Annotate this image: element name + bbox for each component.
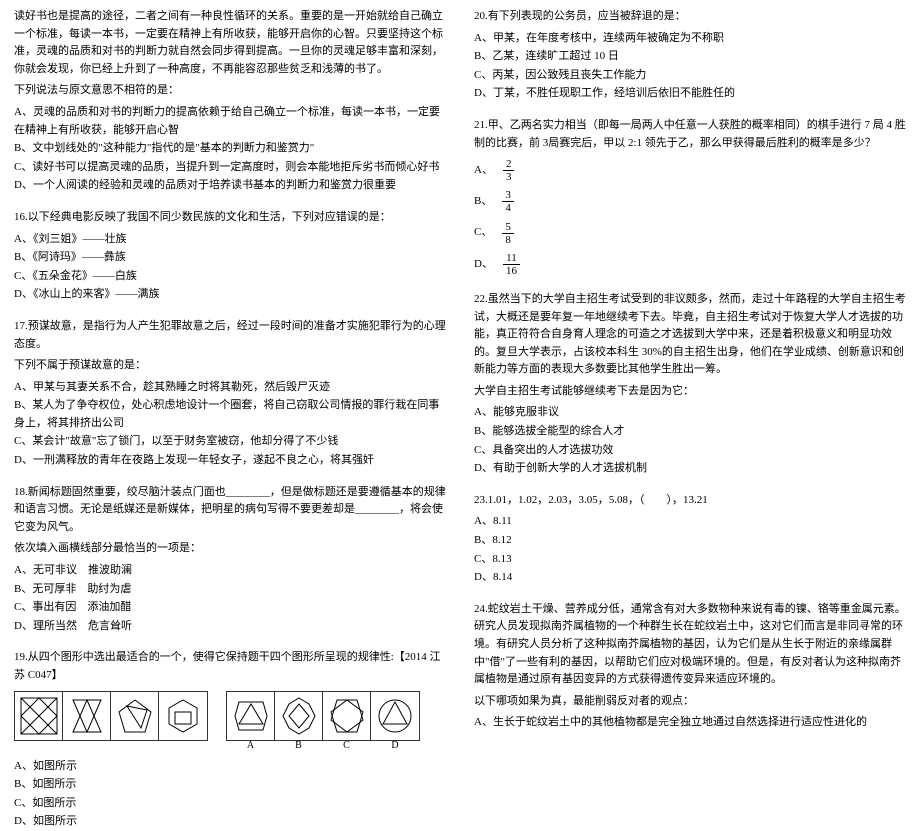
q22-c: C、具备突出的人才选拔功效 [474, 442, 906, 460]
q16-d: D、《冰山上的来客》——满族 [14, 286, 446, 304]
q17-b: B、某人为了争夺权位，处心积虑地设计一个圈套，将自己窃取公司情报的罪行栽在同事身… [14, 397, 446, 432]
fraction-denominator: 3 [503, 171, 515, 183]
q18-stem-2: 依次填入画横线部分最恰当的一项是： [14, 540, 446, 558]
fraction-denominator: 8 [502, 234, 514, 246]
ans-fig-c: C [323, 692, 371, 740]
q16-b: B、《阿诗玛》——彝族 [14, 249, 446, 267]
fraction-numerator: 3 [502, 189, 514, 202]
q23-a: A、8.11 [474, 513, 906, 531]
q18: 18.新闻标题固然重要，绞尽脑汁装点门面也________，但是做标题还是要遵循… [14, 484, 446, 636]
q21-option-3: D、 1116 [474, 252, 906, 277]
q18-a: A、无可非议 推波助澜 [14, 562, 446, 580]
q21-options: A、23B、34C、58D、1116 [474, 158, 906, 277]
ans-fig-d: D [371, 692, 419, 740]
ans-label-d: D [391, 738, 398, 754]
q19-figures: A B C D [14, 691, 446, 741]
q19-answer-figures: A B C D [226, 691, 420, 741]
stem-fig-4 [159, 692, 207, 740]
q20-d: D、丁某，不胜任现职工作，经培训后依旧不能胜任的 [474, 85, 906, 103]
ans-label-b: B [295, 738, 302, 754]
stem-fig-2 [63, 692, 111, 740]
fraction-numerator: 2 [503, 158, 515, 171]
intro-option-b: B、文中划线处的"这种能力"指代的是"基本的判断力和鉴赏力" [14, 140, 446, 158]
intro-question: 读好书也是提高的途径，二者之间有一种良性循环的关系。重要的是一开始就给自己确立一… [14, 8, 446, 195]
q22-d: D、有助于创新大学的人才选拔机制 [474, 460, 906, 478]
q19-b: B、如图所示 [14, 776, 446, 794]
intro-para-1: 读好书也是提高的途径，二者之间有一种良性循环的关系。重要的是一开始就给自己确立一… [14, 8, 446, 78]
q23-c: C、8.13 [474, 551, 906, 569]
q24-para-1: 24.蛇纹岩土干燥、营养成分低，通常含有对大多数物种来说有毒的镍、铬等重金属元素… [474, 601, 906, 689]
q18-d: D、理所当然 危言耸听 [14, 618, 446, 636]
q22-para-2: 大学自主招生考试能够继续考下去是因为它： [474, 383, 906, 401]
q19-c: C、如图所示 [14, 795, 446, 813]
q24-para-2: 以下哪项如果为真，最能削弱反对者的观点： [474, 693, 906, 711]
q20-c: C、丙某，因公致残且丧失工作能力 [474, 67, 906, 85]
q20-b: B、乙某，连续旷工超过 10 日 [474, 48, 906, 66]
q21-stem: 21.甲、乙两名实力相当（即每一局两人中任意一人获胜的概率相同）的棋手进行 7 … [474, 117, 906, 152]
intro-option-d: D、一个人阅读的经验和灵魂的品质对于培养读书基本的判断力和鉴赏力很重要 [14, 177, 446, 195]
q19-d: D、如图所示 [14, 813, 446, 831]
q20-stem: 20.有下列表现的公务员，应当被辞退的是： [474, 8, 906, 26]
q23-b: B、8.12 [474, 532, 906, 550]
q22-para-1: 22.虽然当下的大学自主招生考试受到的非议颇多，然而，走过十年路程的大学自主招生… [474, 291, 906, 379]
q21-option-0: A、 23 [474, 158, 906, 183]
fraction: 58 [502, 221, 514, 246]
q21-option-2: C、 58 [474, 221, 906, 246]
stem-fig-3 [111, 692, 159, 740]
q18-stem-1: 18.新闻标题固然重要，绞尽脑汁装点门面也________，但是做标题还是要遵循… [14, 484, 446, 537]
ans-label-c: C [343, 738, 350, 754]
stem-fig-1 [15, 692, 63, 740]
q17-d: D、一刑满释放的青年在夜路上发现一年轻女子，遂起不良之心，将其强奸 [14, 452, 446, 470]
fraction: 34 [502, 189, 514, 214]
q21-option-label: C、 [474, 224, 492, 242]
q21-option-label: A、 [474, 162, 493, 180]
fraction-numerator: 5 [502, 221, 514, 234]
q16-c: C、《五朵金花》——白族 [14, 268, 446, 286]
right-column: 20.有下列表现的公务员，应当被辞退的是： A、甲某，在年度考核中，连续两年被确… [460, 0, 920, 651]
q23-stem: 23.1.01，1.02，2.03，3.05，5.08，（ ），13.21 [474, 492, 906, 510]
q22-a: A、能够克服非议 [474, 404, 906, 422]
q19: 19.从四个图形中选出最适合的一个，使得它保持题干四个图形所呈现的规律性:【20… [14, 649, 446, 831]
intro-para-2: 下列说法与原文意思不相符的是： [14, 82, 446, 100]
q21: 21.甲、乙两名实力相当（即每一局两人中任意一人获胜的概率相同）的棋手进行 7 … [474, 117, 906, 277]
q16-a: A、《刘三姐》——壮族 [14, 231, 446, 249]
q22-b: B、能够选拔全能型的综合人才 [474, 423, 906, 441]
left-column: 读好书也是提高的途径，二者之间有一种良性循环的关系。重要的是一开始就给自己确立一… [0, 0, 460, 651]
intro-option-c: C、读好书可以提高灵魂的品质，当提升到一定高度时，则会本能地拒斥劣书而倾心好书 [14, 159, 446, 177]
q17-stem-1: 17.预谋故意，是指行为人产生犯罪故意之后，经过一段时间的准备才实施犯罪行为的心… [14, 318, 446, 353]
fraction: 23 [503, 158, 515, 183]
q19-stem: 19.从四个图形中选出最适合的一个，使得它保持题干四个图形所呈现的规律性:【20… [14, 649, 446, 684]
ans-fig-b: B [275, 692, 323, 740]
fraction-denominator: 4 [502, 202, 514, 214]
fraction-denominator: 16 [503, 265, 520, 277]
q19-a: A、如图所示 [14, 758, 446, 776]
q16-stem: 16.以下经典电影反映了我国不同少数民族的文化和生活，下列对应错误的是： [14, 209, 446, 227]
q18-b: B、无可厚非 助纣为虐 [14, 581, 446, 599]
q16: 16.以下经典电影反映了我国不同少数民族的文化和生活，下列对应错误的是： A、《… [14, 209, 446, 304]
intro-option-a: A、灵魂的品质和对书的判断力的提高依赖于给自己确立一个标准，每读一本书，一定要在… [14, 104, 446, 139]
fraction: 1116 [503, 252, 520, 277]
q17-stem-2: 下列不属于预谋故意的是： [14, 357, 446, 375]
q21-option-label: D、 [474, 256, 493, 274]
q18-c: C、事出有因 添油加醋 [14, 599, 446, 617]
q24: 24.蛇纹岩土干燥、营养成分低，通常含有对大多数物种来说有毒的镍、铬等重金属元素… [474, 601, 906, 732]
ans-label-a: A [247, 738, 254, 754]
q20: 20.有下列表现的公务员，应当被辞退的是： A、甲某，在年度考核中，连续两年被确… [474, 8, 906, 103]
q21-option-1: B、 34 [474, 189, 906, 214]
q17-c: C、某会计"故意"忘了锁门，以至于财务室被窃，他却分得了不少钱 [14, 433, 446, 451]
q22: 22.虽然当下的大学自主招生考试受到的非议颇多，然而，走过十年路程的大学自主招生… [474, 291, 906, 478]
q20-a: A、甲某，在年度考核中，连续两年被确定为不称职 [474, 30, 906, 48]
fraction-numerator: 11 [503, 252, 520, 265]
q24-a: A、生长于蛇纹岩土中的其他植物都是完全独立地通过自然选择进行适应性进化的 [474, 714, 906, 732]
q17-a: A、甲某与其妻关系不合，趁其熟睡之时将其勒死，然后毁尸灭迹 [14, 379, 446, 397]
q21-option-label: B、 [474, 193, 492, 211]
q23: 23.1.01，1.02，2.03，3.05，5.08，（ ），13.21 A、… [474, 492, 906, 587]
ans-fig-a: A [227, 692, 275, 740]
q19-stem-figures [14, 691, 208, 741]
q17: 17.预谋故意，是指行为人产生犯罪故意之后，经过一段时间的准备才实施犯罪行为的心… [14, 318, 446, 470]
q23-d: D、8.14 [474, 569, 906, 587]
